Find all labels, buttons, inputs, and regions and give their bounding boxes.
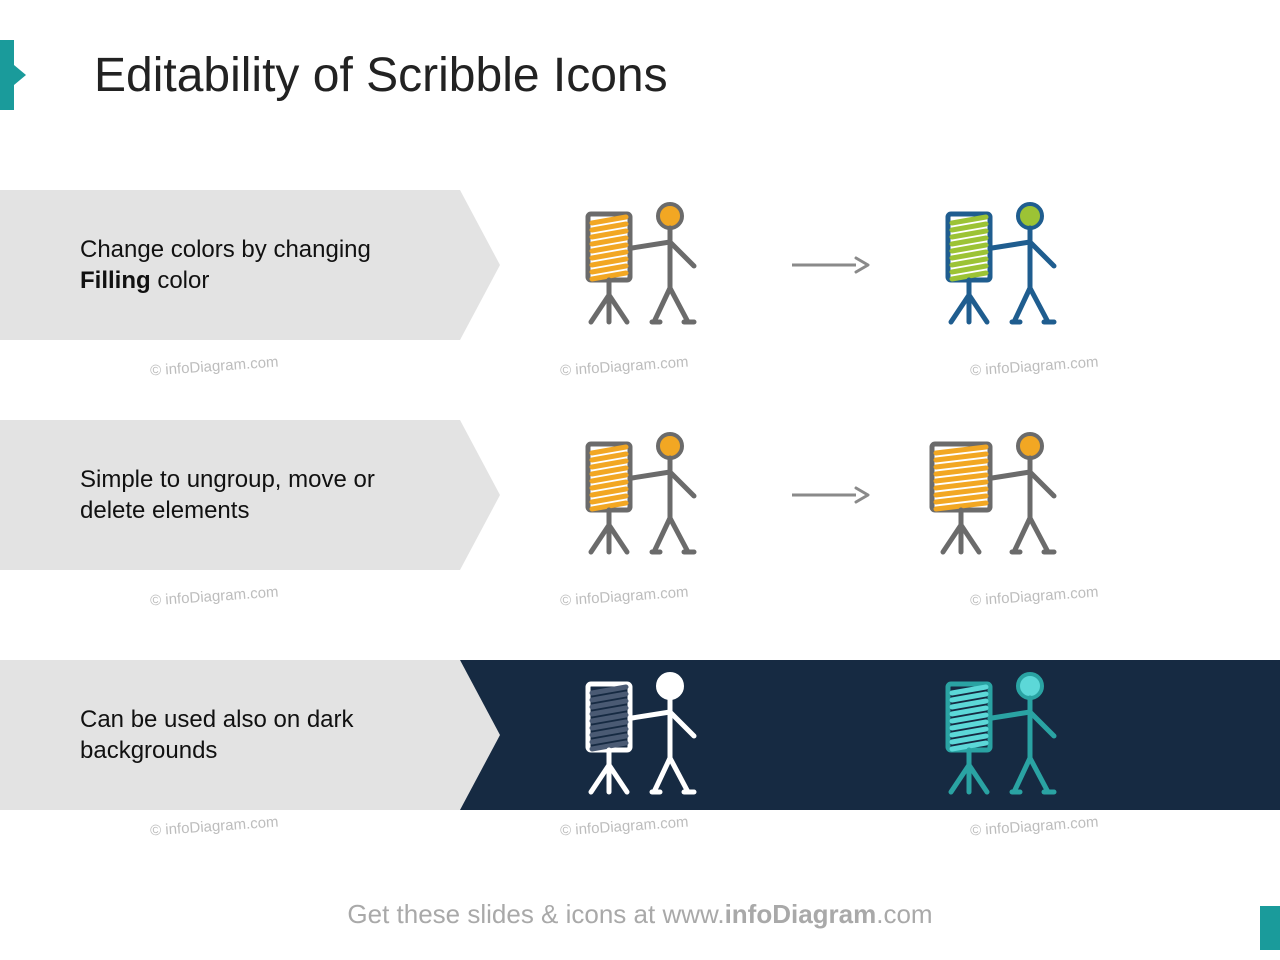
example-icon-dark-b bbox=[930, 670, 1080, 800]
label-band: Simple to ungroup, move or delete elemen… bbox=[0, 420, 460, 570]
label-text: Can be used also on dark backgrounds bbox=[80, 704, 420, 766]
arrow-icon bbox=[790, 255, 870, 275]
example-icon-dark-a bbox=[570, 670, 720, 800]
example-icon-before bbox=[570, 200, 720, 330]
watermark: © infoDiagram.com bbox=[970, 814, 1099, 840]
example-icon-after bbox=[930, 430, 1080, 560]
dark-panel bbox=[440, 660, 1280, 810]
accent-marker bbox=[0, 40, 14, 110]
watermark: © infoDiagram.com bbox=[970, 584, 1099, 610]
slide-title: Editability of Scribble Icons bbox=[94, 48, 668, 103]
watermark: © infoDiagram.com bbox=[560, 354, 689, 380]
row-dark-bg: Can be used also on dark backgrounds bbox=[0, 660, 1280, 810]
footer-text: Get these slides & icons at www.infoDiag… bbox=[0, 899, 1280, 930]
label-text: Change colors by changing Filling color bbox=[80, 234, 420, 296]
label-text: Simple to ungroup, move or delete elemen… bbox=[80, 464, 420, 526]
label-band: Change colors by changing Filling color bbox=[0, 190, 460, 340]
title-bar: Editability of Scribble Icons bbox=[0, 40, 668, 110]
watermark: © infoDiagram.com bbox=[560, 584, 689, 610]
watermark: © infoDiagram.com bbox=[150, 354, 279, 380]
watermark: © infoDiagram.com bbox=[560, 814, 689, 840]
label-band: Can be used also on dark backgrounds bbox=[0, 660, 460, 810]
corner-accent bbox=[1260, 906, 1280, 950]
row-ungroup: Simple to ungroup, move or delete elemen… bbox=[0, 420, 1280, 570]
watermark: © infoDiagram.com bbox=[150, 814, 279, 840]
slide: Editability of Scribble Icons Change col… bbox=[0, 0, 1280, 960]
example-icon-before bbox=[570, 430, 720, 560]
example-icon-after bbox=[930, 200, 1080, 330]
watermark: © infoDiagram.com bbox=[970, 354, 1099, 380]
row-change-colors: Change colors by changing Filling color bbox=[0, 190, 1280, 340]
watermark: © infoDiagram.com bbox=[150, 584, 279, 610]
arrow-icon bbox=[790, 485, 870, 505]
